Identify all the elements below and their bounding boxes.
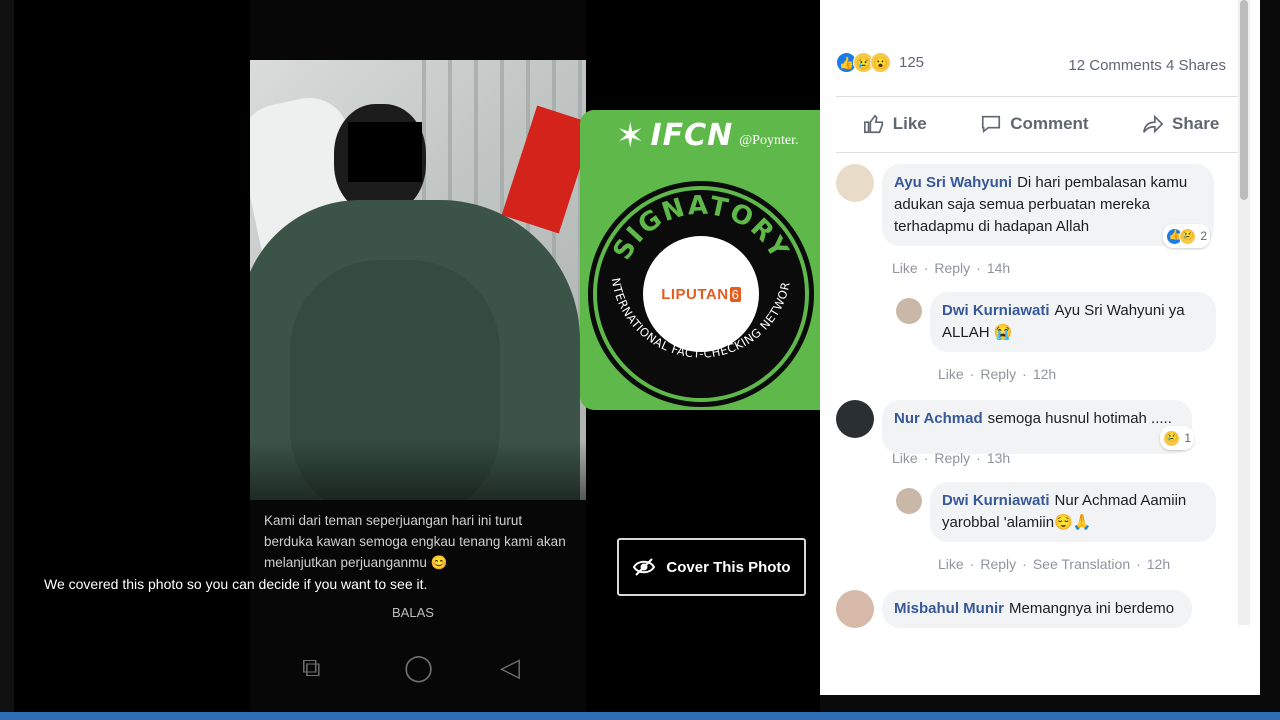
- comment-bubble: Ayu Sri Wahyuni Di hari pembalasan kamu a…: [882, 164, 1214, 248]
- poynter-label: @Poynter.: [739, 132, 799, 148]
- like-button[interactable]: Like: [863, 113, 927, 135]
- covered-photo[interactable]: [250, 60, 586, 500]
- comment-author[interactable]: Dwi Kurniawati: [942, 492, 1050, 509]
- taskbar-strip: [0, 712, 1280, 720]
- home-icon[interactable]: ◯: [404, 652, 433, 683]
- share-button[interactable]: Share: [1142, 113, 1219, 135]
- reply-meta: Like · Reply · See Translation · 12h: [938, 556, 1171, 572]
- avatar[interactable]: [836, 164, 874, 202]
- avatar[interactable]: [896, 488, 922, 514]
- comment-like-link[interactable]: Like: [938, 556, 964, 572]
- comment-item: Nur Achmad semoga husnul hotimah ..... 😢 …: [836, 400, 1194, 454]
- comment-reactions[interactable]: 😢 1: [1160, 426, 1194, 450]
- reply-item: Dwi Kurniawati Ayu Sri Wahyuni ya ALLAH 😭: [896, 292, 1216, 352]
- back-icon[interactable]: ◁: [500, 652, 520, 683]
- comment-item: Misbahul Munir Memangnya ini berdemo: [836, 590, 1192, 628]
- panel-content: 👍 😢 😮 125 12 Comments 4 Shares Like Comm…: [820, 0, 1248, 628]
- thumbs-up-icon: [863, 114, 883, 134]
- comment-reply-link[interactable]: Reply: [980, 556, 1016, 572]
- post-caption: Kami dari teman seperjuangan hari ini tu…: [264, 513, 566, 570]
- reaction-count: 125: [899, 54, 925, 71]
- comment-reply-link[interactable]: Reply: [980, 366, 1016, 382]
- cover-note: We covered this photo so you can decide …: [44, 576, 428, 592]
- avatar[interactable]: [896, 298, 922, 324]
- see-translation-link[interactable]: See Translation: [1033, 556, 1130, 572]
- comment-item: Ayu Sri Wahyuni Di hari pembalasan kamu a…: [836, 164, 1214, 248]
- comment-reactions[interactable]: 👍 😢 2: [1163, 224, 1210, 248]
- comment-meta: Like · Reply · 14h: [892, 260, 1011, 276]
- comment-time[interactable]: 13h: [987, 450, 1010, 466]
- ifcn-label: IFCN: [650, 118, 734, 153]
- avatar[interactable]: [836, 590, 874, 628]
- balas-link[interactable]: BALAS: [392, 605, 434, 620]
- reply-bubble: Dwi Kurniawati Ayu Sri Wahyuni ya ALLAH 😭: [930, 292, 1216, 352]
- avatar[interactable]: [836, 400, 874, 438]
- shares-count-link[interactable]: 4 Shares: [1166, 57, 1226, 74]
- comment-reply-link[interactable]: Reply: [934, 450, 970, 466]
- ifcn-signatory-badge: ✶ IFCN @Poynter. SIGNATORY INTERNATIONAL…: [580, 110, 822, 410]
- reply-item: Dwi Kurniawati Nur Achmad Aamiin yarobbal…: [896, 482, 1216, 542]
- comment-author[interactable]: Ayu Sri Wahyuni: [894, 174, 1012, 191]
- ifcn-header: ✶ IFCN @Poynter.: [616, 118, 798, 153]
- comment-text: Memangnya ini berdemo: [1009, 600, 1175, 617]
- face-censor-box: [348, 122, 422, 182]
- divider: [836, 96, 1246, 97]
- comment-time[interactable]: 14h: [987, 260, 1010, 276]
- reply-bubble: Dwi Kurniawati Nur Achmad Aamiin yarobbal…: [930, 482, 1216, 542]
- share-label: Share: [1172, 114, 1220, 133]
- recent-apps-icon[interactable]: ⧉: [302, 652, 321, 684]
- like-label: Like: [892, 114, 927, 133]
- comment-time[interactable]: 12h: [1147, 556, 1170, 572]
- scrollbar-thumb[interactable]: [1240, 0, 1248, 200]
- scrollbar[interactable]: [1238, 0, 1250, 625]
- comment-meta: Like · Reply · 13h: [892, 450, 1011, 466]
- reply-meta: Like · Reply · 12h: [938, 366, 1057, 382]
- star-icon: ✶: [616, 116, 645, 155]
- comment-bubble: Nur Achmad semoga husnul hotimah ..... 😢 …: [882, 400, 1194, 454]
- comments-panel: 👍 😢 😮 125 12 Comments 4 Shares Like Comm…: [820, 0, 1260, 695]
- comment-like-link[interactable]: Like: [892, 450, 918, 466]
- comment-author[interactable]: Misbahul Munir: [894, 600, 1004, 617]
- comment-bubble: Misbahul Munir Memangnya ini berdemo: [882, 590, 1192, 628]
- comment-reaction-count: 1: [1184, 431, 1191, 445]
- signatory-seal: SIGNATORY INTERNATIONAL FACT-CHECKING NE…: [582, 175, 820, 410]
- viewer-edge: [0, 0, 14, 712]
- comment-share-counts: 12 Comments 4 Shares: [1068, 57, 1226, 74]
- comments-count-link[interactable]: 12 Comments: [1068, 57, 1161, 74]
- post-actions: Like Comment Share: [836, 100, 1246, 148]
- cover-photo-label: Cover This Photo: [666, 558, 791, 576]
- sad-reaction-icon: 😢: [1163, 429, 1181, 447]
- comment-bubble-icon: [982, 115, 1001, 134]
- comment-label: Comment: [1010, 114, 1089, 133]
- comment-like-link[interactable]: Like: [938, 366, 964, 382]
- share-arrow-icon: [1143, 114, 1164, 134]
- cover-photo-button[interactable]: Cover This Photo: [617, 538, 806, 596]
- divider: [836, 152, 1246, 153]
- comment-text: semoga husnul hotimah .....: [987, 410, 1172, 427]
- liputan-number: 6: [729, 286, 741, 302]
- comment-reaction-count: 2: [1200, 229, 1207, 243]
- comment-time[interactable]: 12h: [1033, 366, 1056, 382]
- comment-button[interactable]: Comment: [980, 113, 1089, 135]
- wow-reaction-icon: 😮: [870, 52, 891, 73]
- liputan-text: LIPUTAN: [661, 285, 729, 303]
- comment-like-link[interactable]: Like: [892, 260, 918, 276]
- liputan6-logo: LIPUTAN 6: [643, 236, 759, 352]
- eye-slash-icon: [633, 558, 656, 576]
- photo-fade: [250, 440, 586, 500]
- comment-author[interactable]: Dwi Kurniawati: [942, 302, 1050, 319]
- sad-reaction-icon: 😢: [1179, 227, 1197, 245]
- comment-reply-link[interactable]: Reply: [934, 260, 970, 276]
- comment-author[interactable]: Nur Achmad: [894, 410, 983, 427]
- reaction-summary[interactable]: 👍 😢 😮 125: [836, 52, 924, 73]
